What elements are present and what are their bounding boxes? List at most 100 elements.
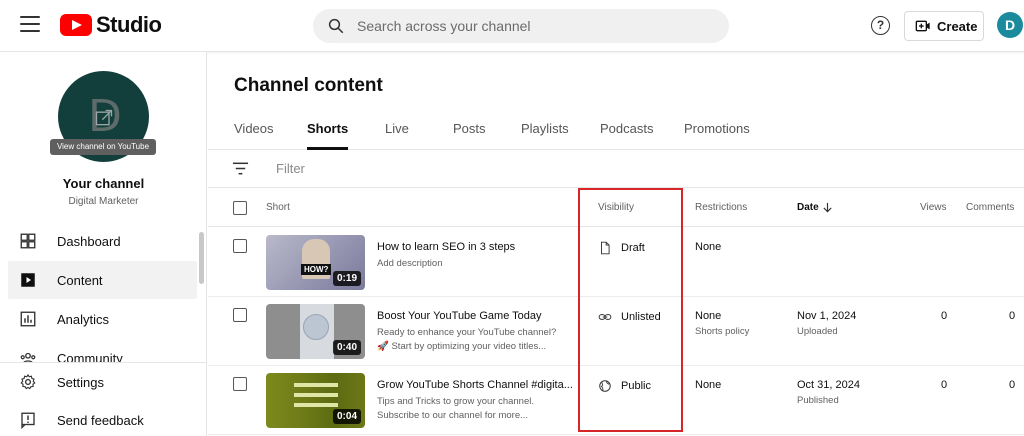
tab-videos[interactable]: Videos: [234, 121, 274, 150]
visibility-label: Unlisted: [621, 311, 661, 323]
help-icon[interactable]: ?: [871, 16, 890, 35]
analytics-icon: [20, 311, 36, 327]
comments-cell: 0: [1009, 310, 1016, 322]
video-thumbnail[interactable]: HOW? 0:19: [266, 235, 365, 290]
date-status: Uploaded: [797, 326, 838, 337]
thumbnail-graphic: [294, 383, 338, 387]
sidebar-item-label: Settings: [57, 374, 104, 390]
visibility-cell[interactable]: Public: [598, 379, 651, 393]
date-status: Published: [797, 395, 839, 406]
row-checkbox[interactable]: [233, 239, 247, 253]
logo-text: Studio: [96, 12, 162, 37]
column-date[interactable]: Date: [797, 202, 819, 213]
table-row[interactable]: 0:40 Boost Your YouTube Game Today Ready…: [208, 297, 1024, 366]
sort-down-icon[interactable]: [822, 202, 833, 213]
video-thumbnail[interactable]: 0:40: [266, 304, 365, 359]
visibility-label: Public: [621, 380, 651, 392]
globe-icon: [599, 380, 611, 392]
description-line: Tips and Tricks to grow your channel.: [377, 396, 534, 407]
column-comments[interactable]: Comments: [966, 202, 1014, 213]
column-short[interactable]: Short: [266, 202, 290, 213]
link-icon: [598, 314, 612, 320]
sidebar: D View channel on YouTube Your channel D…: [0, 52, 207, 436]
description-line: Ready to enhance your YouTube channel?: [377, 327, 557, 338]
views-cell: 0: [941, 379, 948, 391]
tab-live[interactable]: Live: [385, 121, 409, 150]
video-title[interactable]: How to learn SEO in 3 steps: [377, 241, 515, 253]
sidebar-item-settings[interactable]: Settings: [8, 363, 197, 401]
tab-playlists[interactable]: Playlists: [521, 121, 569, 150]
table-row[interactable]: 0:04 Grow YouTube Shorts Channel #digita…: [208, 366, 1024, 435]
sidebar-item-label: Content: [57, 272, 103, 288]
sidebar-item-label: Dashboard: [57, 233, 121, 249]
date-cell: Nov 1, 2024: [797, 310, 857, 322]
sidebar-item-feedback[interactable]: Send feedback: [8, 401, 197, 436]
table-header: Short Visibility Restrictions Date Views…: [208, 189, 1024, 227]
description-line: Subscribe to our channel for more...: [377, 410, 529, 421]
video-description[interactable]: Tips and Tricks to grow your channel. Su…: [377, 395, 534, 423]
search-icon: [328, 18, 344, 34]
top-header: Studio ? Create D: [0, 0, 1024, 52]
restrictions-cell: None: [695, 310, 722, 322]
video-description[interactable]: Ready to enhance your YouTube channel? 🚀…: [377, 326, 556, 354]
account-avatar[interactable]: D: [997, 12, 1023, 38]
date-cell: Oct 31, 2024: [797, 379, 860, 391]
column-restrictions[interactable]: Restrictions: [695, 202, 747, 213]
view-channel-tooltip[interactable]: View channel on YouTube: [50, 139, 156, 155]
restrictions-cell: None: [695, 379, 722, 391]
sidebar-item-analytics[interactable]: Analytics: [8, 300, 197, 338]
tab-shorts[interactable]: Shorts: [307, 121, 349, 150]
sidebar-item-content[interactable]: Content: [8, 261, 197, 299]
filter-bar[interactable]: Filter: [208, 150, 1024, 188]
duration-badge: 0:40: [332, 340, 361, 355]
studio-logo[interactable]: Studio: [60, 12, 162, 38]
draft-icon: [601, 241, 610, 255]
video-thumbnail[interactable]: 0:04: [266, 373, 365, 428]
column-views[interactable]: Views: [920, 202, 947, 213]
row-checkbox[interactable]: [233, 377, 247, 391]
description-line: Add description: [377, 258, 443, 269]
tab-podcasts[interactable]: Podcasts: [600, 121, 653, 150]
create-label: Create: [937, 18, 978, 34]
sidebar-bottom: Settings Send feedback: [0, 362, 206, 436]
thumbnail-graphic: [294, 393, 338, 397]
content-tabs: Videos Shorts Live Posts Playlists Podca…: [208, 118, 1024, 150]
create-button[interactable]: Create: [904, 11, 984, 41]
tab-promotions[interactable]: Promotions: [684, 121, 750, 150]
video-description[interactable]: Add description: [377, 257, 442, 271]
comments-cell: 0: [1009, 379, 1016, 391]
select-all-checkbox[interactable]: [233, 201, 247, 215]
main-content: Channel content Videos Shorts Live Posts…: [208, 52, 1024, 436]
column-visibility[interactable]: Visibility: [598, 202, 634, 213]
row-checkbox[interactable]: [233, 308, 247, 322]
channel-title: Your channel: [62, 176, 145, 191]
sidebar-item-dashboard[interactable]: Dashboard: [8, 222, 197, 260]
tab-posts[interactable]: Posts: [453, 121, 486, 150]
visibility-label: Draft: [621, 242, 645, 254]
video-title[interactable]: Boost Your YouTube Game Today: [377, 310, 542, 322]
video-title[interactable]: Grow YouTube Shorts Channel #digita...: [377, 379, 573, 391]
sidebar-item-label: Send feedback: [57, 412, 144, 428]
create-video-icon: [915, 20, 930, 32]
dashboard-icon: [20, 233, 36, 249]
sidebar-item-label: Analytics: [57, 311, 110, 327]
youtube-logo-icon: [60, 14, 92, 36]
search-input[interactable]: [357, 18, 697, 34]
thumbnail-graphic: [294, 403, 338, 407]
visibility-cell[interactable]: Draft: [598, 241, 645, 255]
feedback-icon: [21, 412, 35, 429]
filter-input[interactable]: Filter: [276, 161, 305, 176]
external-link-icon: [95, 109, 113, 126]
page-title: Channel content: [234, 75, 383, 96]
restrictions-cell: None: [695, 241, 722, 253]
thumbnail-graphic: [303, 314, 329, 340]
table-row[interactable]: HOW? 0:19 How to learn SEO in 3 steps Ad…: [208, 228, 1024, 297]
content-icon: [21, 273, 35, 287]
restrictions-sub[interactable]: Shorts policy: [695, 326, 749, 337]
menu-icon[interactable]: [20, 16, 40, 32]
sidebar-scrollbar[interactable]: [199, 232, 204, 284]
duration-badge: 0:04: [332, 409, 361, 424]
search-bar[interactable]: [313, 9, 729, 43]
filter-icon: [232, 162, 249, 175]
visibility-cell[interactable]: Unlisted: [598, 310, 661, 324]
